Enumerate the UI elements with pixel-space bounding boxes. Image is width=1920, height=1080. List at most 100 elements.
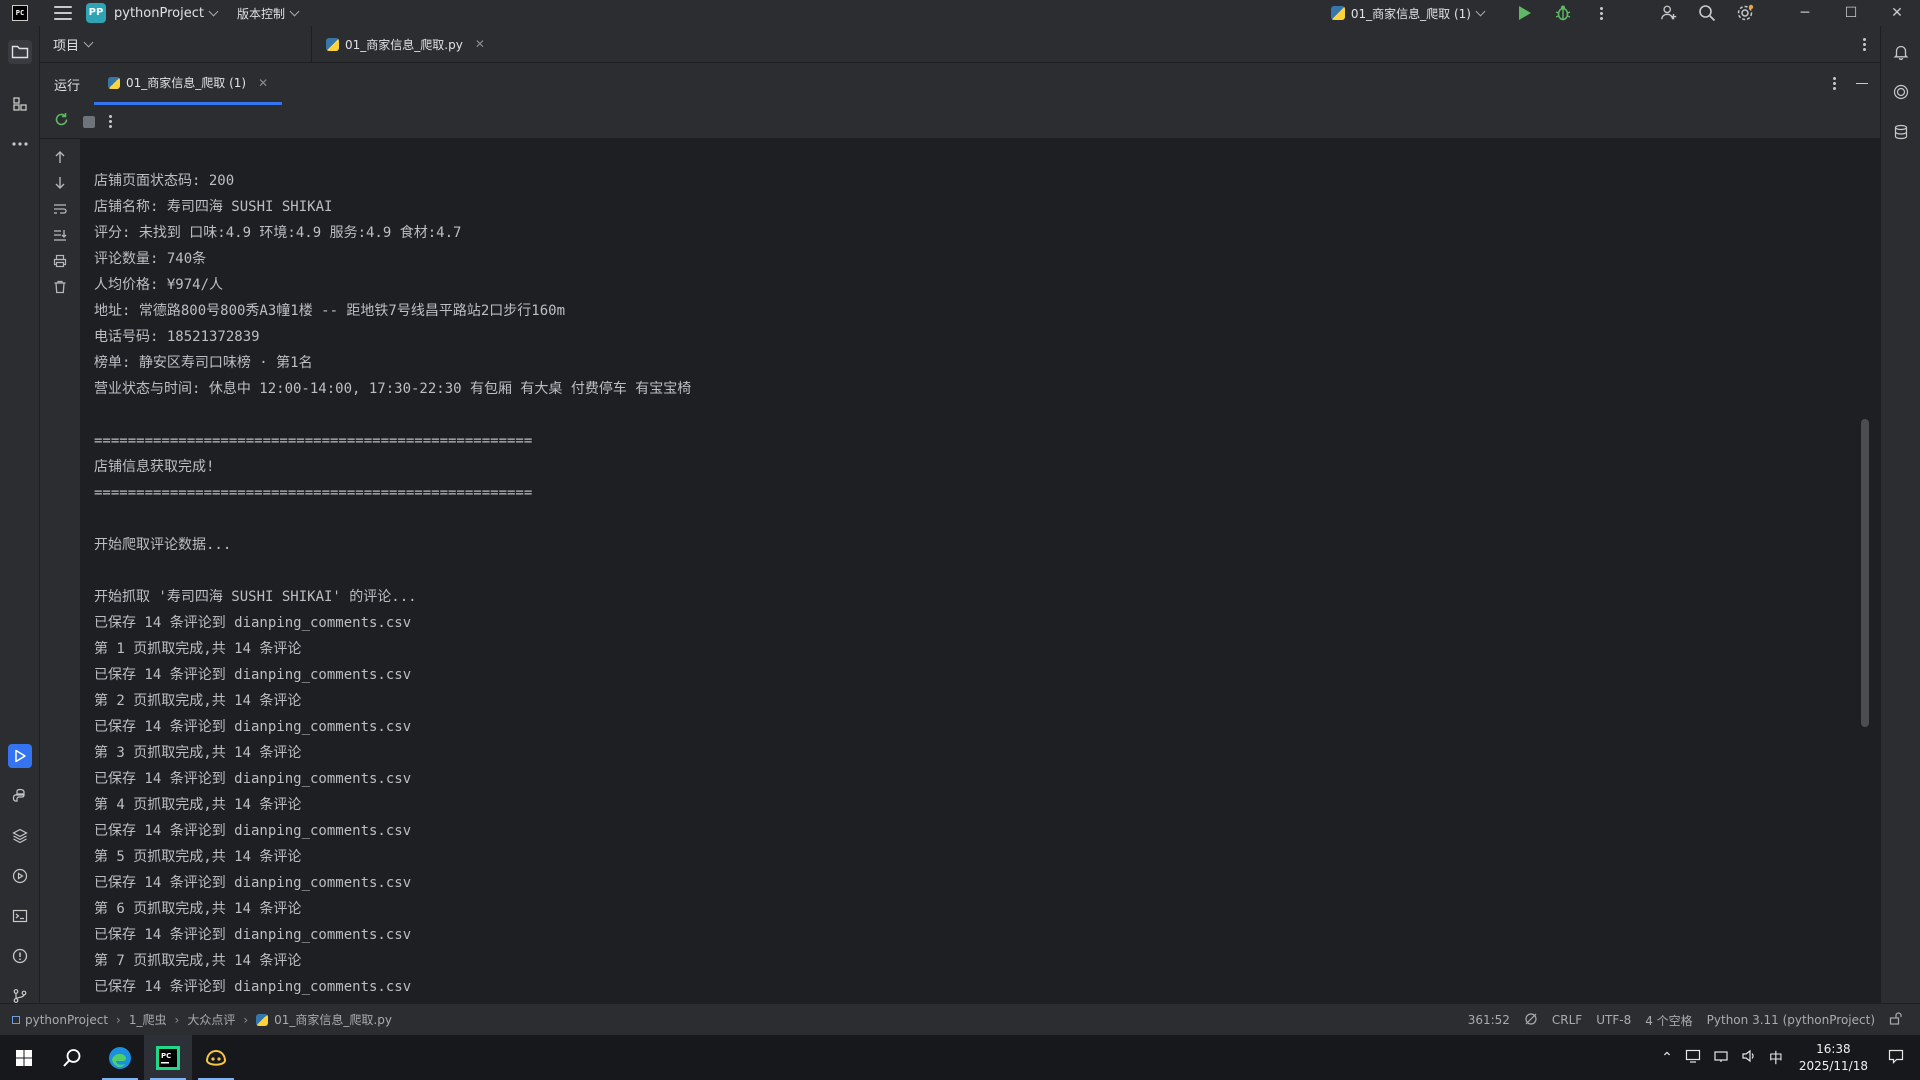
ime-indicator[interactable]: 中 — [1769, 1048, 1783, 1068]
taskbar-clock[interactable]: 16:38 2025/11/18 — [1799, 1041, 1868, 1075]
ai-assistant-button[interactable] — [1889, 80, 1913, 104]
clear-all-button[interactable] — [52, 279, 68, 295]
settings-button[interactable] — [1736, 4, 1754, 22]
debug-button[interactable] — [1554, 4, 1572, 22]
wifi-icon[interactable] — [1713, 1049, 1729, 1067]
run-tab-label: 01_商家信息_爬取 (1) — [126, 76, 247, 90]
chevron-right-icon: › — [243, 1012, 249, 1027]
more-tools-button[interactable] — [8, 132, 32, 156]
project-selector[interactable]: pythonProject — [114, 6, 204, 21]
network-icon[interactable] — [1685, 1049, 1701, 1067]
console-line: 第 2 页抓取完成,共 14 条评论 — [94, 693, 302, 709]
taskbar-pycharm[interactable]: PC — [144, 1035, 192, 1080]
breadcrumb-item[interactable]: pythonProject — [25, 1013, 108, 1027]
print-button[interactable] — [52, 253, 68, 269]
project-badge[interactable]: PP — [86, 3, 106, 23]
close-icon[interactable]: ✕ — [475, 37, 485, 51]
scroll-up-button[interactable] — [52, 149, 68, 165]
caret-position[interactable]: 361:52 — [1468, 1013, 1510, 1027]
rerun-icon — [55, 113, 68, 126]
indent-setting[interactable]: 4 个空格 — [1645, 1012, 1692, 1029]
breadcrumb: pythonProject › 1_爬虫 › 大众点评 › 01_商家信息_爬取… — [0, 1011, 392, 1028]
console-line: ========================================… — [94, 485, 533, 501]
chevron-down-icon[interactable] — [289, 6, 300, 16]
services-button[interactable] — [8, 864, 32, 888]
console-scrollbar[interactable] — [1861, 419, 1869, 727]
run-config-selector[interactable]: 01_商家信息_爬取 (1) — [1330, 5, 1486, 22]
console-line: 榜单: 静安区寿司口味榜 · 第1名 — [94, 355, 313, 371]
run-button[interactable] — [1516, 4, 1534, 22]
unlock-svg — [1889, 1012, 1902, 1025]
run-toolbar-more-button[interactable] — [109, 115, 112, 128]
stop-button[interactable] — [83, 115, 95, 128]
console-line: 第 4 页抓取完成,共 14 条评论 — [94, 797, 302, 813]
python-interpreter[interactable]: Python 3.11 (pythonProject) — [1707, 1013, 1875, 1027]
python-console-button[interactable] — [8, 784, 32, 808]
database-button[interactable] — [1889, 120, 1913, 144]
folder-icon — [11, 45, 29, 59]
run-console-output[interactable]: 店铺页面状态码: 200 店铺名称: 寿司四海 SUSHI SHIKAI 评分: 未… — [80, 139, 1873, 1003]
console-line: 已保存 14 条评论到 dianping_comments.csv — [94, 667, 412, 683]
taskbar-search-button[interactable] — [48, 1035, 96, 1080]
close-window-button[interactable]: ✕ — [1874, 0, 1920, 26]
python-file-icon — [326, 37, 339, 51]
taskbar-edge[interactable] — [96, 1035, 144, 1080]
console-line: 已保存 14 条评论到 dianping_comments.csv — [94, 927, 412, 943]
search-everywhere-button[interactable] — [1698, 4, 1716, 22]
volume-icon[interactable] — [1741, 1049, 1757, 1067]
start-button[interactable] — [0, 1035, 48, 1080]
unlock-icon[interactable] — [1889, 1012, 1902, 1028]
more-horizontal-icon — [12, 142, 28, 146]
bug-icon — [1555, 5, 1571, 21]
chevron-down-icon[interactable] — [83, 37, 94, 47]
file-encoding[interactable]: UTF-8 — [1596, 1013, 1631, 1027]
notification-center-icon[interactable] — [1888, 1048, 1904, 1068]
console-line: 第 7 页抓取完成,共 14 条评论 — [94, 953, 302, 969]
console-line: 营业状态与时间: 休息中 12:00-14:00, 17:30-22:30 有包… — [94, 381, 692, 397]
chevron-down-icon[interactable] — [208, 6, 219, 16]
vcs-menu[interactable]: 版本控制 — [237, 5, 285, 22]
line-ending[interactable]: CRLF — [1552, 1013, 1582, 1027]
code-with-me-button[interactable] — [1660, 4, 1678, 22]
close-icon[interactable]: ✕ — [258, 76, 268, 90]
project-panel-header[interactable]: 项目 — [40, 26, 312, 62]
arrow-up-icon — [55, 151, 65, 163]
rerun-button[interactable] — [54, 112, 69, 131]
editor-tabs-menu-button[interactable] — [1863, 38, 1866, 51]
main-menu-icon[interactable] — [54, 6, 72, 20]
maximize-button[interactable]: ☐ — [1828, 0, 1874, 26]
run-tool-button[interactable] — [8, 744, 32, 768]
chevron-up-icon[interactable]: ⌃ — [1661, 1050, 1673, 1066]
play-icon — [1519, 6, 1531, 20]
console-line: 评分: 未找到 口味:4.9 环境:4.9 服务:4.9 食材:4.7 — [94, 225, 462, 241]
services-icon — [12, 868, 28, 884]
breadcrumb-item[interactable]: 01_商家信息_爬取.py — [274, 1011, 392, 1028]
scroll-down-button[interactable] — [52, 175, 68, 191]
minimize-icon — [1856, 82, 1868, 85]
no-ai-svg — [1525, 1012, 1537, 1025]
bell-icon — [1893, 45, 1909, 60]
more-vertical-icon — [1833, 77, 1836, 90]
warning-circle-icon — [12, 948, 28, 964]
taskbar-app[interactable] — [192, 1035, 240, 1080]
project-tool-button[interactable] — [8, 40, 32, 64]
notifications-button[interactable] — [1889, 40, 1913, 64]
run-tab[interactable]: 01_商家信息_爬取 (1) ✕ — [94, 63, 283, 105]
breadcrumb-item[interactable]: 大众点评 — [187, 1011, 235, 1028]
soft-wrap-button[interactable] — [52, 201, 68, 217]
breadcrumb-item[interactable]: 1_爬虫 — [129, 1011, 167, 1028]
scroll-to-end-button[interactable] — [52, 227, 68, 243]
problems-button[interactable] — [8, 944, 32, 968]
no-ai-icon[interactable] — [1524, 1012, 1538, 1029]
editor-tab[interactable]: 01_商家信息_爬取.py ✕ — [312, 26, 499, 62]
structure-tool-button[interactable] — [8, 92, 32, 116]
wifi-svg — [1714, 1050, 1728, 1062]
minimize-button[interactable]: ─ — [1782, 0, 1828, 26]
terminal-button[interactable] — [8, 904, 32, 928]
right-tool-strip — [1880, 26, 1920, 1003]
python-packages-button[interactable] — [8, 824, 32, 848]
more-actions-button[interactable] — [1592, 4, 1610, 22]
hide-panel-button[interactable] — [1856, 82, 1868, 85]
run-panel-options-button[interactable] — [1833, 77, 1836, 90]
